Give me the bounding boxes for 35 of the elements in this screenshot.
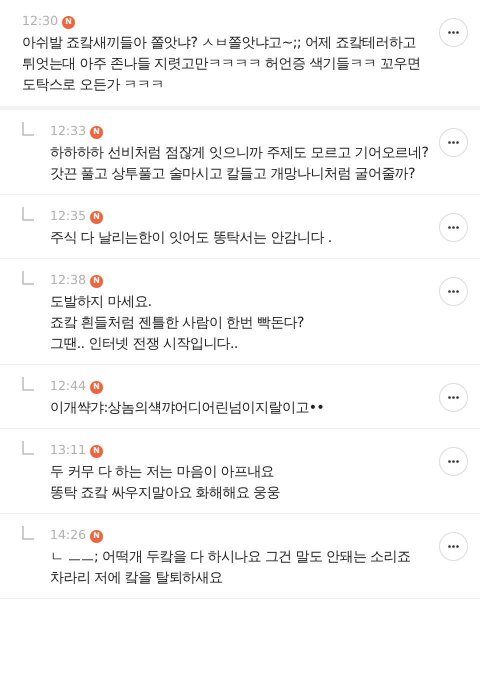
more-button[interactable]: [439, 128, 468, 157]
more-button[interactable]: [439, 447, 468, 476]
comment-time: 12:33: [50, 123, 86, 138]
more-button[interactable]: [439, 277, 468, 306]
comment-text: ㄴ ㅡㅡ; 어떡개 두캌을 다 하시나요 그건 말도 안돼는 소리죠 차라리 저에 캌을 탈퇴하새요: [50, 548, 412, 588]
comment-text: 두 커무 다 하는 저는 마음이 아프내요 똥탁 죠캌 싸우지말아요 화해해요 웅웅: [50, 463, 281, 503]
more-button[interactable]: [439, 213, 468, 242]
more-button[interactable]: [439, 18, 468, 47]
comment-time: 12:44: [50, 378, 86, 393]
comment-text: 아쉬발 죠캌새끼들아 쫄앗냐? ㅅㅂ쫄앗냐고~;; 어제 죠캌테러하고 튀엇는대 아주 존나들 지렷고만ㅋㅋㅋㅋ 허언증 색기들ㅋㅋ 꼬우면 도탁스로 오든가 ㅋㅋㅋ: [22, 34, 422, 95]
comment-time: 13:11: [50, 442, 86, 457]
new-badge: N: [90, 380, 104, 394]
new-badge: N: [62, 16, 76, 28]
comment-time: 14:26: [50, 527, 86, 542]
comment-time: 12:35: [50, 208, 86, 223]
more-icon: [448, 31, 459, 34]
more-icon: [448, 460, 459, 463]
comment-text: 주식 다 날리는한이 잇어도 똥탁서는 안감니다 .: [50, 229, 333, 248]
more-button[interactable]: [439, 532, 468, 561]
new-badge: N: [90, 210, 104, 224]
comment-text: 하하하하 선비처럼 점잖게 잇으니까 주제도 모르고 기어오르네? 갓끈 풀고 상투풀고 술마시고 칼들고 개망나니처럼 굴어줄까?: [50, 144, 429, 184]
more-button[interactable]: [439, 383, 468, 412]
new-badge: N: [90, 530, 104, 542]
more-icon: [448, 396, 459, 399]
new-badge: N: [90, 274, 104, 288]
new-badge: N: [90, 126, 104, 138]
more-icon: [448, 545, 459, 548]
comment-text: 이개쌱갸:상놈의섁꺄어디어린넘이지랄이고••: [50, 399, 326, 418]
comment-time: 12:38: [50, 272, 86, 287]
more-icon: [448, 290, 459, 293]
new-badge: N: [90, 444, 104, 458]
comment-text: 도발하지 마세요. 죠캌 흰들처럼 젠틀한 사람이 한번 빡돈다? 그땐.. 인터넷 전쟁 시작입니다..: [50, 293, 305, 354]
more-icon: [448, 141, 459, 144]
more-icon: [448, 226, 459, 229]
comment-time: 12:30: [22, 13, 58, 28]
